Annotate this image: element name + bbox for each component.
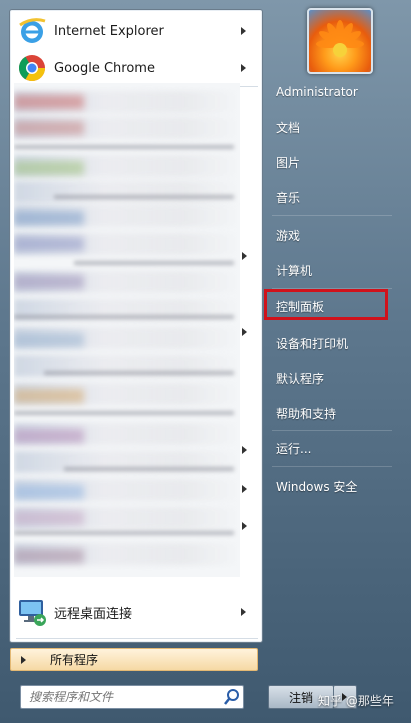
google-chrome-icon: [16, 52, 48, 84]
submenu-arrow-icon[interactable]: [241, 27, 246, 35]
flower-picture-icon: [316, 20, 364, 57]
right-separator: [272, 430, 392, 431]
right-item-label: 游戏: [276, 228, 301, 243]
search-icon[interactable]: [221, 687, 243, 707]
pinned-item-google-chrome[interactable]: Google Chrome: [14, 50, 258, 86]
recent-programs-blurred: [14, 83, 240, 577]
submenu-arrow-icon[interactable]: [242, 328, 247, 336]
right-item-administrator[interactable]: Administrator: [270, 79, 400, 105]
submenu-arrow-icon[interactable]: [242, 252, 247, 260]
right-item-documents[interactable]: 文档: [270, 114, 400, 140]
right-item-label: 计算机: [276, 263, 313, 278]
control-panel-highlight: [264, 289, 388, 320]
right-item-pictures[interactable]: 图片: [270, 149, 400, 175]
recent-item-label: 远程桌面连接: [54, 606, 133, 622]
right-item-label: Windows 安全: [276, 479, 358, 494]
logoff-label: 注销: [288, 690, 313, 705]
right-item-label: 设备和打印机: [276, 336, 349, 351]
programs-pane: Internet Explorer Google Chrome 远程桌面连接: [9, 9, 263, 643]
right-item-label: 图片: [276, 155, 301, 170]
watermark-text: 知乎 @那些年: [318, 694, 394, 708]
submenu-arrow-icon[interactable]: [242, 485, 247, 493]
right-separator: [272, 466, 392, 467]
right-item-label: 音乐: [276, 190, 301, 205]
submenu-arrow-icon[interactable]: [241, 64, 246, 72]
right-item-music[interactable]: 音乐: [270, 184, 400, 210]
right-item-windows-security[interactable]: Windows 安全: [270, 473, 400, 499]
right-item-label: 帮助和支持: [276, 406, 337, 421]
right-item-label: 默认程序: [276, 371, 325, 386]
start-menu: Internet Explorer Google Chrome 远程桌面连接 所…: [0, 0, 411, 723]
submenu-arrow-icon[interactable]: [241, 608, 246, 616]
search-input[interactable]: [27, 687, 221, 707]
right-item-label: Administrator: [276, 85, 358, 99]
right-item-computer[interactable]: 计算机: [270, 257, 400, 283]
right-item-label: 运行...: [276, 441, 312, 456]
submenu-arrow-icon[interactable]: [242, 522, 247, 530]
user-avatar[interactable]: [307, 8, 373, 74]
submenu-arrow-icon[interactable]: [242, 446, 247, 454]
right-item-devices-printers[interactable]: 设备和打印机: [270, 330, 400, 356]
remote-desktop-icon: [16, 596, 48, 628]
right-item-games[interactable]: 游戏: [270, 222, 400, 248]
expand-arrow-icon: [21, 655, 26, 664]
all-programs-separator: [16, 638, 258, 639]
right-item-default-programs[interactable]: 默认程序: [270, 365, 400, 391]
pinned-item-label: Internet Explorer: [54, 23, 164, 39]
pinned-item-internet-explorer[interactable]: Internet Explorer: [14, 13, 258, 49]
search-box[interactable]: [20, 685, 244, 709]
right-separator: [272, 215, 392, 216]
all-programs-button[interactable]: 所有程序: [10, 648, 258, 671]
right-item-help-support[interactable]: 帮助和支持: [270, 400, 400, 426]
recent-item-remote-desktop[interactable]: 远程桌面连接: [14, 593, 258, 631]
right-item-label: 文档: [276, 120, 301, 135]
all-programs-label: 所有程序: [50, 653, 99, 667]
internet-explorer-icon: [16, 15, 48, 47]
right-item-run[interactable]: 运行...: [270, 435, 400, 461]
pinned-item-label: Google Chrome: [54, 60, 155, 76]
